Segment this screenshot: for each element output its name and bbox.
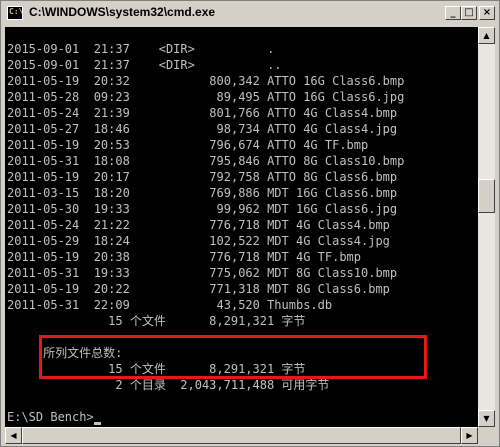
- console-line: 2011-03-15 18:20 769,886 MDT 16G Class6.…: [7, 186, 398, 200]
- cmd-window: C:\ C:\WINDOWS\system32\cmd.exe _ □ × 20…: [0, 0, 500, 447]
- minimize-button[interactable]: _: [445, 6, 461, 20]
- console-line: 2011-05-31 22:09 43,520 Thumbs.db: [7, 298, 333, 312]
- vertical-scrollbar[interactable]: ▲ ▼: [478, 27, 495, 427]
- console-line: 2011-05-24 21:39 801,766 ATTO 4G Class4.…: [7, 106, 398, 120]
- console-line: 2011-05-24 21:22 776,718 MDT 4G Class4.b…: [7, 218, 390, 232]
- text-cursor: [93, 422, 101, 425]
- console-line: 2011-05-19 20:38 776,718 MDT 4G TF.bmp: [7, 250, 362, 264]
- title-bar[interactable]: C:\ C:\WINDOWS\system32\cmd.exe _ □ ×: [3, 3, 497, 23]
- console-line: 2011-05-19 20:32 800,342 ATTO 16G Class6…: [7, 74, 405, 88]
- dir-summary-line: 2 个目录 2,043,711,488 可用字节: [7, 378, 330, 392]
- scroll-up-button[interactable]: ▲: [478, 27, 495, 44]
- scroll-down-button[interactable]: ▼: [478, 410, 495, 427]
- scroll-left-button[interactable]: ◀: [5, 427, 22, 444]
- console-line: 2011-05-19 20:53 796,674 ATTO 4G TF.bmp: [7, 138, 369, 152]
- horizontal-scroll-thumb[interactable]: [22, 427, 461, 444]
- console-line: 2015-09-01 21:37 <DIR> ..: [7, 58, 282, 72]
- console-line: 2015-09-01 21:37 <DIR> .: [7, 42, 275, 56]
- cmd-icon[interactable]: C:\: [7, 6, 23, 20]
- console-line: 2011-05-19 20:17 792,758 ATTO 8G Class6.…: [7, 170, 398, 184]
- console-line: 2011-05-31 18:08 795,846 ATTO 8G Class10…: [7, 154, 405, 168]
- command-prompt: E:\SD Bench>: [7, 410, 94, 424]
- vertical-scroll-thumb[interactable]: [478, 179, 495, 213]
- highlight-annotation: [39, 335, 427, 379]
- scroll-right-button[interactable]: ▶: [461, 427, 478, 444]
- close-button[interactable]: ×: [479, 6, 495, 20]
- console-line: 2011-05-28 09:23 89,495 ATTO 16G Class6.…: [7, 90, 405, 104]
- console-line: 2011-05-19 20:22 771,318 MDT 8G Class6.b…: [7, 282, 390, 296]
- file-summary-line: 15 个文件 8,291,321 字节: [7, 314, 306, 328]
- console-line: 2011-05-31 19:33 775,062 MDT 8G Class10.…: [7, 266, 398, 280]
- prompt-line[interactable]: E:\SD Bench>: [7, 409, 101, 425]
- console-line: 2011-05-27 18:46 98,734 ATTO 4G Class4.j…: [7, 122, 398, 136]
- horizontal-scrollbar[interactable]: ◀ ▶: [5, 427, 478, 444]
- console-line: 2011-05-29 18:24 102,522 MDT 4G Class4.j…: [7, 234, 390, 248]
- console-output[interactable]: 2015-09-01 21:37 <DIR> . 2015-09-01 21:3…: [5, 27, 478, 427]
- maximize-button[interactable]: □: [461, 6, 477, 20]
- size-grip[interactable]: [478, 427, 495, 444]
- window-title: C:\WINDOWS\system32\cmd.exe: [29, 5, 216, 19]
- console-line: 2011-05-30 19:33 99,962 MDT 16G Class6.j…: [7, 202, 398, 216]
